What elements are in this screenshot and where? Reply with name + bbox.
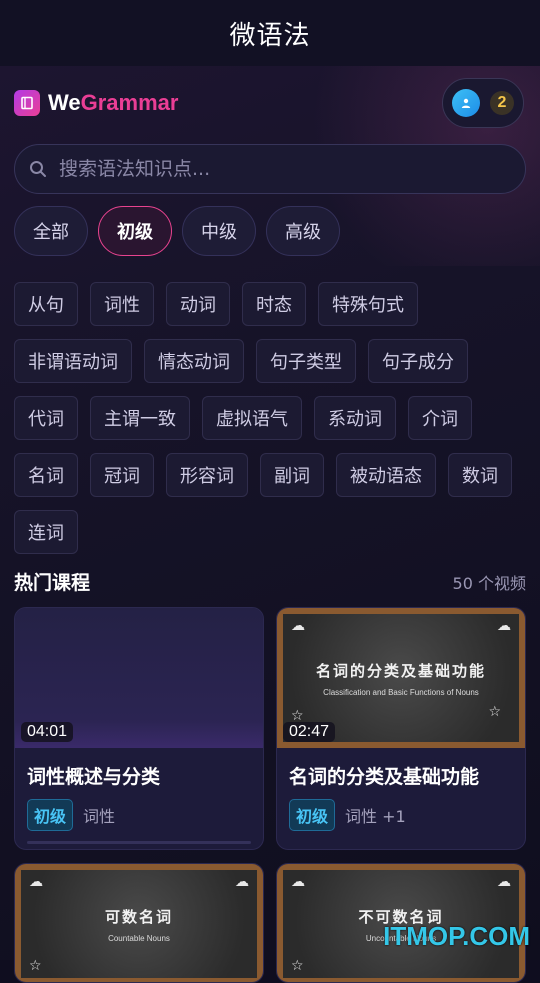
points-badge: 2 bbox=[490, 91, 514, 115]
chalkboard: ☁ ☁ ☆ 可数名词 Countable Nouns bbox=[21, 870, 257, 978]
course-title: 名词的分类及基础功能 bbox=[289, 766, 480, 788]
search-bar[interactable] bbox=[14, 144, 526, 194]
course-thumbnail: 04:01 bbox=[15, 608, 263, 748]
video-count[interactable]: 50 个视频 bbox=[453, 570, 526, 594]
app-title-bar: 微语法 bbox=[0, 0, 540, 66]
topic-tag[interactable]: 动词 bbox=[166, 282, 230, 326]
level-filter: 全部 初级 中级 高级 bbox=[14, 206, 350, 256]
brand-grammar: Grammar bbox=[80, 90, 179, 115]
section-title: 热门课程 bbox=[14, 572, 91, 594]
brand-logo: WeGrammar bbox=[14, 90, 178, 116]
topic-tag[interactable]: 冠词 bbox=[90, 453, 154, 497]
brand-we: We bbox=[48, 90, 81, 115]
topic-tag[interactable]: 数词 bbox=[448, 453, 512, 497]
topic-tag[interactable]: 代词 bbox=[14, 396, 78, 440]
topic-tag[interactable]: 从句 bbox=[14, 282, 78, 326]
course-thumbnail: ☁ ☁ ☆ 可数名词 Countable Nouns bbox=[15, 864, 263, 982]
topic-tag[interactable]: 虚拟语气 bbox=[202, 396, 302, 440]
topic-tag[interactable]: 形容词 bbox=[166, 453, 248, 497]
topic-tag[interactable]: 句子成分 bbox=[368, 339, 468, 383]
topic-tag[interactable]: 名词 bbox=[14, 453, 78, 497]
level-badge: 初级 bbox=[27, 799, 74, 831]
level-tab-intermediate[interactable]: 中级 bbox=[182, 206, 256, 256]
topic-tag[interactable]: 词性 bbox=[90, 282, 154, 326]
main-content: WeGrammar 2 全部 初级 中级 高级 从句 词性 动词 时态 特殊句式… bbox=[0, 66, 540, 983]
cloud-icon: ☁ bbox=[29, 874, 43, 890]
user-icon bbox=[452, 89, 480, 117]
search-icon bbox=[30, 161, 46, 177]
cloud-icon: ☁ bbox=[291, 618, 305, 634]
cloud-icon: ☁ bbox=[497, 874, 511, 890]
thumbnail-title: 名词的分类及基础功能 bbox=[315, 661, 486, 680]
topic-tag[interactable]: 非谓语动词 bbox=[14, 339, 132, 383]
course-thumbnail: ☁ ☁ ☆ ☆ 名词的分类及基础功能 Classification and Ba… bbox=[277, 608, 525, 748]
topic-tag[interactable]: 介词 bbox=[408, 396, 472, 440]
brand-name: WeGrammar bbox=[48, 90, 178, 116]
app-title: 微语法 bbox=[229, 20, 311, 51]
watermark: ITMOP.COM bbox=[383, 921, 530, 951]
level-badge: 初级 bbox=[289, 799, 336, 831]
course-category: 词性 bbox=[83, 807, 116, 826]
book-icon bbox=[14, 90, 40, 116]
popular-courses-header: 热门课程 50 个视频 bbox=[14, 568, 526, 595]
level-tab-beginner[interactable]: 初级 bbox=[98, 206, 172, 256]
thumbnail-subtitle: Classification and Basic Functions of No… bbox=[323, 687, 479, 697]
topic-tag[interactable]: 被动语态 bbox=[336, 453, 436, 497]
level-tab-all[interactable]: 全部 bbox=[14, 206, 88, 256]
user-profile-button[interactable]: 2 bbox=[442, 78, 524, 128]
course-card[interactable]: 04:01 词性概述与分类 初级 词性 bbox=[14, 607, 264, 850]
topic-tags: 从句 词性 动词 时态 特殊句式 非谓语动词 情态动词 句子类型 句子成分 代词… bbox=[14, 282, 526, 567]
topic-tag[interactable]: 连词 bbox=[14, 510, 78, 554]
video-duration: 02:47 bbox=[283, 722, 336, 742]
course-category: 词性 +1 bbox=[345, 807, 406, 826]
chalkboard-frame: ☁ ☁ ☆ 可数名词 Countable Nouns bbox=[15, 864, 263, 982]
topic-tag[interactable]: 主谓一致 bbox=[90, 396, 190, 440]
course-meta: 初级 词性 bbox=[27, 799, 251, 831]
cloud-icon: ☁ bbox=[497, 618, 511, 634]
topic-tag[interactable]: 系动词 bbox=[314, 396, 396, 440]
course-title: 词性概述与分类 bbox=[27, 766, 161, 788]
course-meta: 初级 词性 +1 bbox=[289, 799, 513, 831]
cloud-icon: ☁ bbox=[291, 874, 305, 890]
topic-tag[interactable]: 句子类型 bbox=[256, 339, 356, 383]
progress-bar bbox=[27, 841, 251, 844]
star-icon: ☆ bbox=[488, 704, 501, 720]
course-card[interactable]: ☁ ☁ ☆ ☆ 名词的分类及基础功能 Classification and Ba… bbox=[276, 607, 526, 850]
level-tab-advanced[interactable]: 高级 bbox=[266, 206, 340, 256]
thumbnail-subtitle: Countable Nouns bbox=[108, 933, 170, 943]
video-duration: 04:01 bbox=[21, 722, 74, 742]
thumbnail-title: 可数名词 bbox=[104, 907, 173, 926]
course-card[interactable]: ☁ ☁ ☆ 可数名词 Countable Nouns bbox=[14, 863, 264, 983]
search-input[interactable] bbox=[57, 157, 501, 181]
topic-tag[interactable]: 副词 bbox=[260, 453, 324, 497]
star-icon: ☆ bbox=[291, 958, 304, 974]
topic-tag[interactable]: 时态 bbox=[242, 282, 306, 326]
topic-tag[interactable]: 情态动词 bbox=[144, 339, 244, 383]
topic-tag[interactable]: 特殊句式 bbox=[318, 282, 418, 326]
star-icon: ☆ bbox=[29, 958, 42, 974]
cloud-icon: ☁ bbox=[235, 874, 249, 890]
